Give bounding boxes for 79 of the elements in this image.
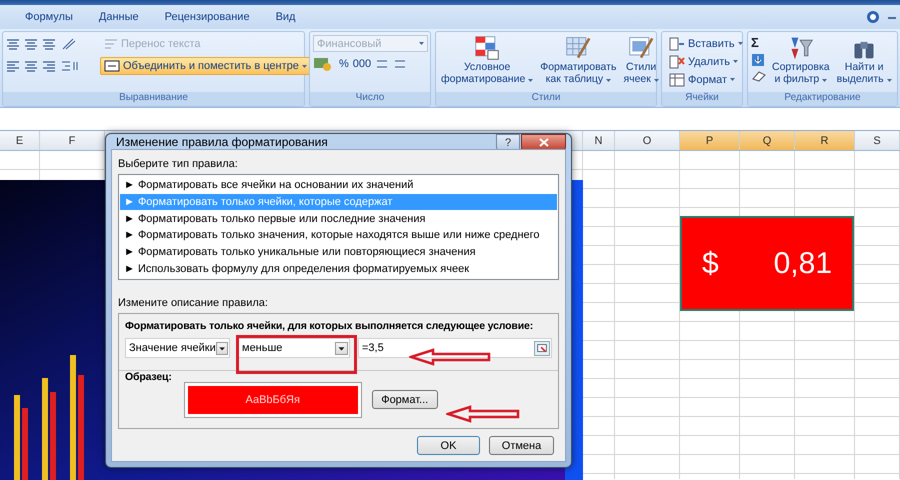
column-header[interactable]: E	[0, 131, 40, 150]
format-button[interactable]: Формат...	[372, 390, 438, 409]
ribbon-button[interactable]: Вставить	[665, 35, 747, 52]
section-label: Измените описание правила:	[118, 297, 269, 309]
section-label: Выберите тип правила:	[118, 158, 239, 170]
chart-bar	[22, 408, 28, 480]
ribbon-tab[interactable]: Вид	[262, 11, 308, 23]
arrow-icon	[409, 348, 491, 366]
align-middle-icon[interactable]	[24, 38, 38, 50]
ribbon-button[interactable]: Форматировать как таблицу	[538, 35, 618, 89]
cell-value: 0,81	[774, 246, 832, 280]
caret-icon	[302, 64, 307, 68]
condition-heading: Форматировать только ячейки, для которых выполняется следующее условие:	[125, 320, 534, 332]
range-select-icon[interactable]	[534, 340, 550, 356]
column-header[interactable]: Q	[740, 131, 795, 150]
group-label: Выравнивание	[3, 92, 304, 106]
cancel-button[interactable]: Отмена	[489, 436, 554, 455]
column-header[interactable]: R	[795, 131, 855, 150]
wrap-text-icon	[104, 38, 118, 50]
align-left-icon[interactable]	[6, 60, 20, 72]
percent-style-button[interactable]: %	[339, 58, 349, 70]
merge-center-button[interactable]: Объединить и поместить в центре	[100, 57, 311, 75]
dialog-title: Изменение правила форматирования	[115, 134, 328, 148]
format-cells-icon	[669, 72, 685, 88]
preview-label: Образец:	[125, 371, 172, 383]
caret-icon	[822, 79, 828, 82]
rule-type-item[interactable]: ► Форматировать только первые или последние значения	[120, 210, 557, 228]
caret-icon	[654, 79, 659, 82]
group-label: Ячейки	[662, 92, 742, 106]
rule-type-item[interactable]: ► Форматировать все ячейки на основании их значений	[120, 177, 557, 194]
ribbon-tab[interactable]: Формулы	[12, 11, 86, 23]
help-icon[interactable]	[866, 10, 880, 24]
align-center-icon[interactable]	[24, 60, 38, 72]
group-label: Число	[310, 92, 430, 106]
ribbon-button[interactable]: Удалить	[665, 53, 747, 70]
caret-icon	[738, 42, 743, 45]
arrow-icon	[446, 405, 520, 423]
merged-cell[interactable]: $ 0,81	[680, 216, 854, 311]
value-field[interactable]: =3,5	[358, 338, 552, 358]
merge-cells-icon	[104, 60, 120, 72]
align-top-icon[interactable]	[6, 38, 20, 50]
operand-dropdown[interactable]: Значение ячейки	[125, 338, 230, 358]
delete-cells-icon	[669, 54, 685, 70]
close-icon	[538, 138, 548, 147]
colored-grid-icon	[474, 35, 500, 61]
align-bottom-icon[interactable]	[42, 38, 56, 50]
column-header[interactable]: N	[583, 131, 615, 150]
caret-icon	[528, 79, 534, 82]
ribbon-button[interactable]: Сортировка и фильтр	[770, 35, 832, 89]
ok-button[interactable]: OK	[417, 436, 480, 455]
rule-type-item[interactable]: ► Использовать формулу для определения форматируемых ячеек	[120, 260, 557, 278]
autosum-button[interactable]: Σ	[751, 35, 767, 50]
align-right-icon[interactable]	[42, 60, 56, 72]
ribbon-tab[interactable]: Рецензирование	[152, 11, 263, 23]
group-label: Стили	[436, 92, 656, 106]
ribbon-button[interactable]: Условное форматирование	[439, 35, 536, 89]
rule-type-item[interactable]: ► Форматировать только значения, которые находятся выше или ниже среднего	[120, 227, 557, 244]
ribbon-tab[interactable]: Данные	[86, 11, 152, 23]
caret-icon	[419, 42, 424, 45]
caret-icon	[730, 78, 736, 81]
caret-icon	[733, 60, 738, 63]
fill-down-icon	[751, 53, 765, 67]
column-header[interactable]: P	[680, 131, 740, 150]
group-label: Редактирование	[748, 92, 897, 106]
table-brush-icon	[565, 35, 592, 61]
ribbon-button[interactable]: Формат	[665, 71, 747, 88]
thousands-separator-button[interactable]: 000	[352, 58, 372, 70]
column-header[interactable]: S	[855, 131, 900, 150]
cell-brush-icon	[628, 35, 654, 61]
ribbon-button[interactable]: Найти и выделить	[834, 35, 894, 89]
ribbon-button[interactable]: Стили ячеек	[621, 35, 661, 89]
insert-cells-icon	[669, 36, 685, 52]
currency-symbol: $	[702, 246, 719, 280]
preview-text: АаBbБбЯя	[245, 394, 300, 406]
rule-type-item[interactable]: ► Форматировать только уникальные или повторяющиеся значения	[120, 244, 557, 260]
caret-icon	[886, 79, 892, 82]
eraser-icon	[751, 70, 767, 82]
caret-icon	[606, 79, 612, 82]
operator-dropdown[interactable]: меньше	[238, 338, 350, 358]
